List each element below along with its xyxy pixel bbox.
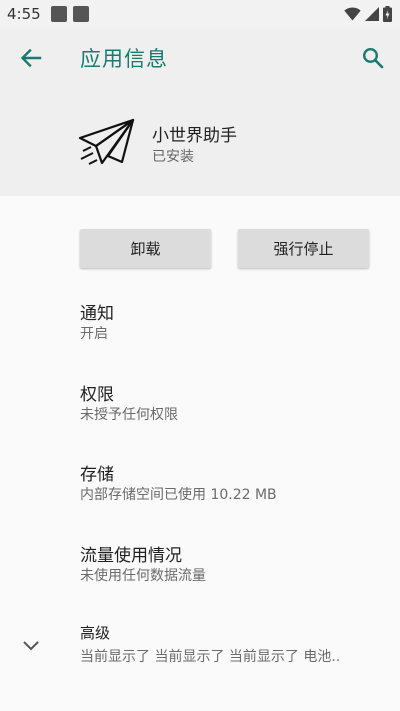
status-time: 4:55 [7, 5, 41, 23]
cellular-signal-icon [365, 7, 379, 21]
pref-title: 权限 [80, 385, 114, 405]
pref-title: 高级 [80, 624, 111, 642]
pref-advanced[interactable]: 高级 当前显示了 当前显示了 当前显示了 电池.. [0, 622, 400, 684]
status-icons [344, 6, 392, 22]
pref-summary: 未使用任何数据流量 [80, 568, 206, 584]
notification-icon [72, 6, 89, 22]
chevron-down-icon [23, 641, 39, 651]
pref-title: 通知 [80, 304, 114, 324]
pref-title: 流量使用情况 [80, 546, 182, 566]
wifi-icon [344, 7, 361, 21]
back-arrow-icon [20, 48, 42, 68]
pref-data-usage[interactable]: 流量使用情况 未使用任何数据流量 [0, 541, 400, 603]
paper-plane-icon [78, 118, 135, 165]
page-title: 应用信息 [80, 47, 168, 71]
pref-title: 存储 [80, 465, 114, 485]
app-name: 小世界助手 [152, 126, 237, 146]
uninstall-button[interactable]: 卸载 [80, 229, 211, 268]
battery-icon [383, 6, 392, 22]
back-button[interactable] [14, 41, 48, 75]
force-stop-button[interactable]: 强行停止 [238, 229, 369, 268]
pref-notifications[interactable]: 通知 开启 [0, 299, 400, 361]
status-bar: 4:55 [0, 0, 400, 28]
pref-permissions[interactable]: 权限 未授予任何权限 [0, 380, 400, 442]
pref-summary: 内部存储空间已使用 10.22 MB [80, 487, 277, 503]
pref-summary: 未授予任何权限 [80, 407, 178, 423]
search-icon [362, 47, 384, 69]
app-header: 应用信息 小世界助手 已安装 [0, 28, 400, 196]
app-install-status: 已安装 [152, 149, 194, 165]
pref-summary: 当前显示了 当前显示了 当前显示了 电池.. [80, 649, 341, 665]
search-button[interactable] [356, 41, 390, 75]
notification-icon [50, 6, 67, 22]
pref-storage[interactable]: 存储 内部存储空间已使用 10.22 MB [0, 460, 400, 522]
toolbar: 应用信息 [0, 28, 400, 88]
pref-summary: 开启 [80, 326, 108, 342]
